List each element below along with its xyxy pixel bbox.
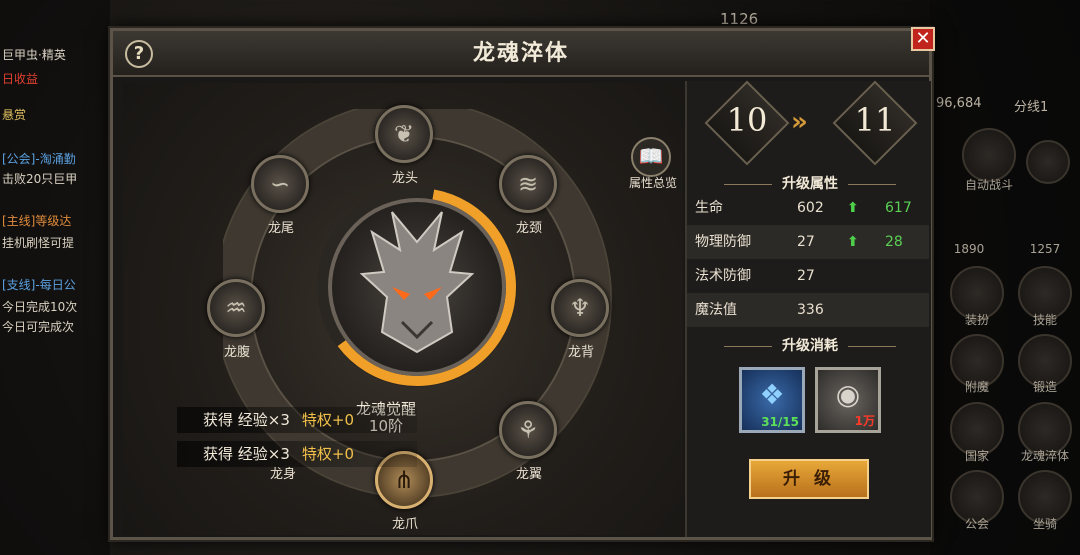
skill-label: 技能 bbox=[1032, 313, 1057, 327]
item-count-b: 1257 bbox=[1029, 242, 1061, 256]
dragon-back-icon: ♆ bbox=[569, 294, 591, 322]
cost-item-count: 1万 bbox=[854, 414, 875, 428]
arrow-up-icon: ⬆ bbox=[847, 200, 859, 216]
cost-item-crystal[interactable]: ❖ 31/15 bbox=[739, 367, 805, 433]
item-count-a: 1890 bbox=[953, 242, 985, 256]
dragon-wing-icon: ⚘ bbox=[517, 416, 539, 444]
close-button[interactable]: ✕ bbox=[911, 27, 935, 51]
panel-titlebar: ? 龙魂淬体 bbox=[113, 31, 929, 77]
auto-battle-icon[interactable] bbox=[962, 128, 1016, 182]
dress-label: 装扮 bbox=[964, 313, 989, 327]
attr-value: 27 bbox=[797, 234, 815, 250]
quest-guild-desc: 击败20只巨甲 bbox=[2, 172, 78, 186]
node-dragon-head[interactable]: ❦ bbox=[375, 105, 433, 163]
bounty-label[interactable]: 悬赏 bbox=[2, 106, 26, 123]
quest-side-desc2: 今日可完成次 bbox=[2, 320, 75, 334]
arrow-right-icon: » bbox=[791, 107, 808, 137]
node-dragon-back[interactable]: ♆ bbox=[551, 279, 609, 337]
node-dragon-wing[interactable]: ⚘ bbox=[499, 401, 557, 459]
reward-bonus: 特权+0 bbox=[301, 445, 355, 463]
attr-next-value: 28 bbox=[885, 234, 903, 250]
node-label-claw: 龙爪 bbox=[391, 517, 418, 532]
cost-item-count: 31/15 bbox=[761, 415, 799, 429]
attr-name: 生命 bbox=[695, 200, 723, 216]
enchant-label: 附魔 bbox=[964, 380, 989, 394]
node-dragon-belly[interactable]: ♒ bbox=[207, 279, 265, 337]
attr-row: 物理防御 27 ⬆ 28 bbox=[687, 225, 929, 259]
attr-name: 魔法值 bbox=[695, 302, 737, 318]
quest-side-desc: 今日完成10次 bbox=[2, 300, 78, 314]
dragon-head-emblem-icon bbox=[359, 211, 475, 354]
quest-guild[interactable]: [公会]-淘涌勤 bbox=[2, 150, 76, 167]
attr-row: 生命 602 ⬆ 617 bbox=[687, 191, 929, 225]
attr-value: 336 bbox=[797, 302, 824, 318]
forge-label: 锻造 bbox=[1032, 380, 1057, 394]
upgrade-cost-title: 升级消耗 bbox=[687, 335, 933, 355]
mount-label: 坐骑 bbox=[1032, 517, 1057, 531]
attr-value: 602 bbox=[797, 200, 824, 216]
panel-title: 龙魂淬体 bbox=[472, 41, 569, 66]
blue-crystal-icon: ❖ bbox=[759, 378, 785, 411]
nation-label: 国家 bbox=[964, 449, 989, 463]
map-line: 分线1 bbox=[1014, 100, 1049, 115]
top-counter: 1126 bbox=[720, 10, 759, 28]
node-label-belly: 龙腹 bbox=[223, 345, 250, 360]
upgrade-button[interactable]: 升 级 bbox=[749, 459, 869, 499]
cost-item-coin[interactable]: ◉ 1万 bbox=[815, 367, 881, 433]
attribute-overview-label[interactable]: 属性总览 bbox=[623, 174, 683, 191]
quest-main[interactable]: [主线]等级达 bbox=[2, 212, 71, 229]
dragon-ring-area: 📖 属性总览 ❦ 龙头 ≋ 龙颈 ♆ 龙背 ⚘ 龙翼 ⋔ 龙爪 龙身 ♒ 龙腹 … bbox=[123, 83, 683, 535]
left-hud: 巨甲虫·精英 日收益 悬赏 [公会]-淘涌勤 击败20只巨甲 [主线]等级达 挂… bbox=[0, 0, 110, 555]
node-label-tail: 龙尾 bbox=[267, 221, 294, 236]
dragon-belly-icon: ♒ bbox=[225, 294, 247, 322]
attr-name: 物理防御 bbox=[695, 234, 751, 250]
guild-label: 公会 bbox=[964, 517, 989, 531]
dragon-tail-icon: ∽ bbox=[269, 170, 291, 198]
settings-icon[interactable] bbox=[1026, 140, 1070, 184]
help-button[interactable]: ? bbox=[125, 40, 153, 68]
node-dragon-tail[interactable]: ∽ bbox=[251, 155, 309, 213]
target-name: 巨甲虫·精英 bbox=[2, 48, 66, 62]
book-icon[interactable]: 📖 bbox=[631, 137, 671, 177]
attr-name: 法术防御 bbox=[695, 268, 751, 284]
reward-row: 获得 经验×3 特权+0 bbox=[177, 407, 417, 433]
attr-row: 法术防御 27 bbox=[687, 259, 929, 293]
right-hud: 96,684 分线1 自动战斗 1890 1257 装扮 技能 附魔 锻造 国家… bbox=[930, 0, 1080, 555]
reward-bonus: 特权+0 bbox=[301, 411, 355, 429]
quest-main-desc: 挂机刷怪可提 bbox=[2, 236, 75, 250]
reward-text: 获得 经验×3 bbox=[203, 445, 290, 463]
level-next: 11 bbox=[854, 101, 896, 139]
dragon-core[interactable] bbox=[328, 198, 506, 376]
attr-value: 27 bbox=[797, 268, 815, 284]
quest-side[interactable]: [支线]-每日公 bbox=[2, 276, 76, 293]
dragon-head-icon: ❦ bbox=[393, 120, 415, 148]
level-current: 10 bbox=[726, 101, 768, 139]
silver-coin-icon: ◉ bbox=[835, 378, 861, 411]
dragon-soul-label: 龙魂淬体 bbox=[1020, 449, 1069, 463]
attr-row: 魔法值 336 bbox=[687, 293, 929, 327]
reward-row: 获得 经验×3 特权+0 bbox=[177, 441, 417, 467]
attr-next-value: 617 bbox=[885, 200, 912, 216]
upgrade-panel: 10 » 11 升级属性 生命 602 ⬆ 617 物理防御 27 ⬆ 28 法… bbox=[685, 80, 933, 537]
upgrade-attrs-title: 升级属性 bbox=[687, 173, 933, 193]
reward-text: 获得 经验×3 bbox=[203, 411, 290, 429]
node-label-back: 龙背 bbox=[567, 345, 594, 360]
arrow-up-icon: ⬆ bbox=[847, 234, 859, 250]
daily-income: 日收益 bbox=[2, 72, 39, 86]
auto-battle-label: 自动战斗 bbox=[964, 178, 1013, 192]
map-coords: 96,684 bbox=[936, 96, 982, 111]
dragon-soul-panel: ? 龙魂淬体 ✕ 📖 属性总览 ❦ 龙头 ≋ 龙颈 ♆ 龙背 ⚘ 龙翼 ⋔ 龙爪… bbox=[110, 27, 935, 540]
node-label-wing: 龙翼 bbox=[515, 467, 542, 482]
